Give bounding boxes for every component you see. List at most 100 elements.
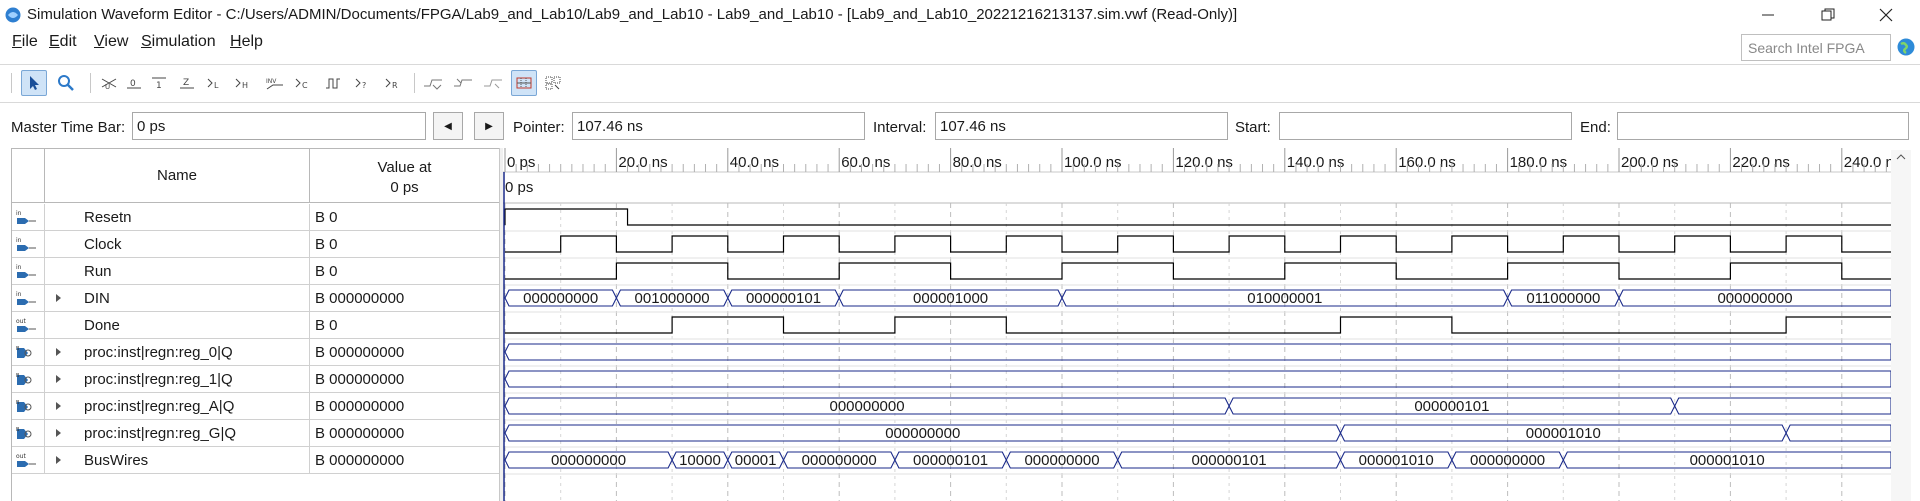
signal-name: Resetn — [84, 209, 132, 226]
high-impedance-button[interactable]: Z — [174, 70, 200, 96]
signal-value: B 000000000 — [315, 290, 405, 307]
input-pin-icon: in — [16, 291, 36, 305]
signal-name-cell[interactable]: Run — [45, 258, 310, 285]
column-header-name[interactable]: Name — [45, 148, 310, 203]
snap-previous-icon — [454, 78, 472, 87]
random-value-button[interactable]: R — [380, 70, 406, 96]
time-tick-label: 80.0 ns — [953, 154, 1002, 171]
force-high-icon: 1 — [152, 77, 166, 90]
signal-row[interactable]: B proc:inst|regn:reg_A|Q B 000000000 — [12, 393, 500, 420]
pointer-input[interactable]: 107.46 ns — [572, 112, 865, 140]
scroll-up-arrow-icon[interactable] — [1891, 150, 1911, 164]
svg-text:B: B — [16, 346, 20, 352]
grid-size-button[interactable] — [541, 70, 567, 96]
weak-low-button[interactable]: L — [202, 70, 228, 96]
selection-tool-button[interactable] — [21, 70, 47, 96]
weak-high-button[interactable]: H — [230, 70, 256, 96]
time-bar: Master Time Bar: 0 ps ◀ ▶ Pointer: 107.4… — [0, 112, 1920, 142]
column-header-value[interactable]: Value at 0 ps — [310, 148, 500, 203]
snap-next-button[interactable] — [480, 70, 506, 96]
snap-to-transition-button[interactable] — [420, 70, 446, 96]
zoom-tool-button[interactable] — [53, 70, 79, 96]
end-label: End: — [1580, 119, 1611, 136]
signal-value: B 000000000 — [315, 344, 405, 361]
expand-chevron-icon[interactable] — [55, 374, 63, 384]
signal-value: B 000000000 — [315, 425, 405, 442]
end-input[interactable] — [1617, 112, 1909, 140]
signal-name-cell[interactable]: proc:inst|regn:reg_1|Q — [45, 366, 310, 393]
invert-button[interactable]: INV — [262, 70, 288, 96]
menu-simulation[interactable]: Simulation — [139, 33, 218, 51]
vertical-scrollbar[interactable] — [1891, 150, 1911, 501]
expand-chevron-icon[interactable] — [55, 428, 63, 438]
input-pin-icon: in — [16, 210, 36, 224]
time-tick-label: 180.0 ns — [1510, 154, 1568, 171]
svg-text:out: out — [16, 453, 26, 460]
force-low-button[interactable]: 0 — [121, 70, 147, 96]
expand-chevron-icon[interactable] — [55, 347, 63, 357]
signal-name-cell[interactable]: Clock — [45, 231, 310, 258]
grid-size-icon — [545, 76, 561, 90]
menu-view[interactable]: View — [92, 33, 130, 51]
bus-value-label: 000000000 — [1470, 452, 1545, 469]
close-button[interactable] — [1858, 0, 1914, 30]
svg-text:in: in — [16, 237, 22, 244]
signal-row[interactable]: in Clock B 0 — [12, 231, 500, 258]
signal-row[interactable]: B proc:inst|regn:reg_1|Q B 000000000 — [12, 366, 500, 393]
force-high-button[interactable]: 1 — [146, 70, 172, 96]
snap-to-grid-button[interactable] — [511, 70, 537, 96]
next-transition-button[interactable]: ▶ — [474, 112, 504, 140]
cursor-time-label: 0 ps — [505, 179, 533, 196]
waveform-display[interactable]: 0 ps 20.0 ns 40.0 ns 60.0 ns 80.0 ns 100.0 ns… — [503, 148, 1920, 501]
time-tick-label: 140.0 ns — [1287, 154, 1345, 171]
snap-previous-button[interactable] — [450, 70, 476, 96]
master-time-bar-input[interactable]: 0 ps — [132, 112, 426, 140]
signal-row[interactable]: B proc:inst|regn:reg_G|Q B 000000000 — [12, 420, 500, 447]
signal-name-cell[interactable]: Done — [45, 312, 310, 339]
pointer-arrow-icon — [30, 76, 39, 90]
signal-name-cell[interactable]: BusWires — [45, 447, 310, 474]
bus-value-label: 000000101 — [1414, 398, 1489, 415]
interval-label: Interval: — [873, 119, 927, 136]
signal-row[interactable]: in Run B 0 — [12, 258, 500, 285]
minimize-button[interactable] — [1740, 0, 1796, 30]
signal-row[interactable]: B proc:inst|regn:reg_0|Q B 000000000 — [12, 339, 500, 366]
time-tick-label: 20.0 ns — [618, 154, 667, 171]
previous-transition-button[interactable]: ◀ — [433, 112, 463, 140]
expand-chevron-icon[interactable] — [55, 293, 63, 303]
count-value-button[interactable]: C — [290, 70, 316, 96]
menu-help[interactable]: Help — [228, 33, 265, 51]
svg-text:B: B — [16, 427, 20, 433]
signal-row[interactable]: in Resetn B 0 — [12, 204, 500, 231]
globe-icon[interactable] — [1897, 38, 1915, 56]
svg-text:L: L — [214, 81, 219, 90]
svg-text:in: in — [16, 210, 22, 217]
interval-input[interactable]: 107.46 ns — [935, 112, 1228, 140]
signal-name-cell[interactable]: DIN — [45, 285, 310, 312]
uninitialized-button[interactable]: U — [96, 70, 122, 96]
search-input[interactable]: Search Intel FPGA — [1741, 34, 1891, 61]
signal-row[interactable]: out BusWires B 000000000 — [12, 447, 500, 474]
expand-chevron-icon[interactable] — [55, 455, 63, 465]
snap-next-icon — [484, 79, 502, 89]
invert-icon: INV — [266, 78, 283, 90]
bus-segment — [1674, 397, 1892, 415]
signal-value-cell: B 000000000 — [310, 447, 500, 474]
signal-name-cell[interactable]: proc:inst|regn:reg_G|Q — [45, 420, 310, 447]
signal-value: B 0 — [315, 236, 338, 253]
menu-file[interactable]: File — [10, 33, 40, 51]
minimize-icon — [1762, 14, 1774, 16]
expand-chevron-icon[interactable] — [55, 401, 63, 411]
signal-row[interactable]: in DIN B 000000000 — [12, 285, 500, 312]
menu-edit[interactable]: Edit — [47, 33, 79, 51]
start-input[interactable] — [1279, 112, 1572, 140]
bus-value-label: 000000000 — [1024, 452, 1099, 469]
signal-name-cell[interactable]: proc:inst|regn:reg_0|Q — [45, 339, 310, 366]
signal-name-cell[interactable]: proc:inst|regn:reg_A|Q — [45, 393, 310, 420]
arbitrary-value-button[interactable]: ? — [350, 70, 376, 96]
restore-button[interactable] — [1800, 0, 1856, 30]
clock-value-button[interactable] — [320, 70, 346, 96]
signal-row[interactable]: out Done B 0 — [12, 312, 500, 339]
arbitrary-value-icon: ? — [355, 78, 366, 90]
signal-name-cell[interactable]: Resetn — [45, 204, 310, 231]
